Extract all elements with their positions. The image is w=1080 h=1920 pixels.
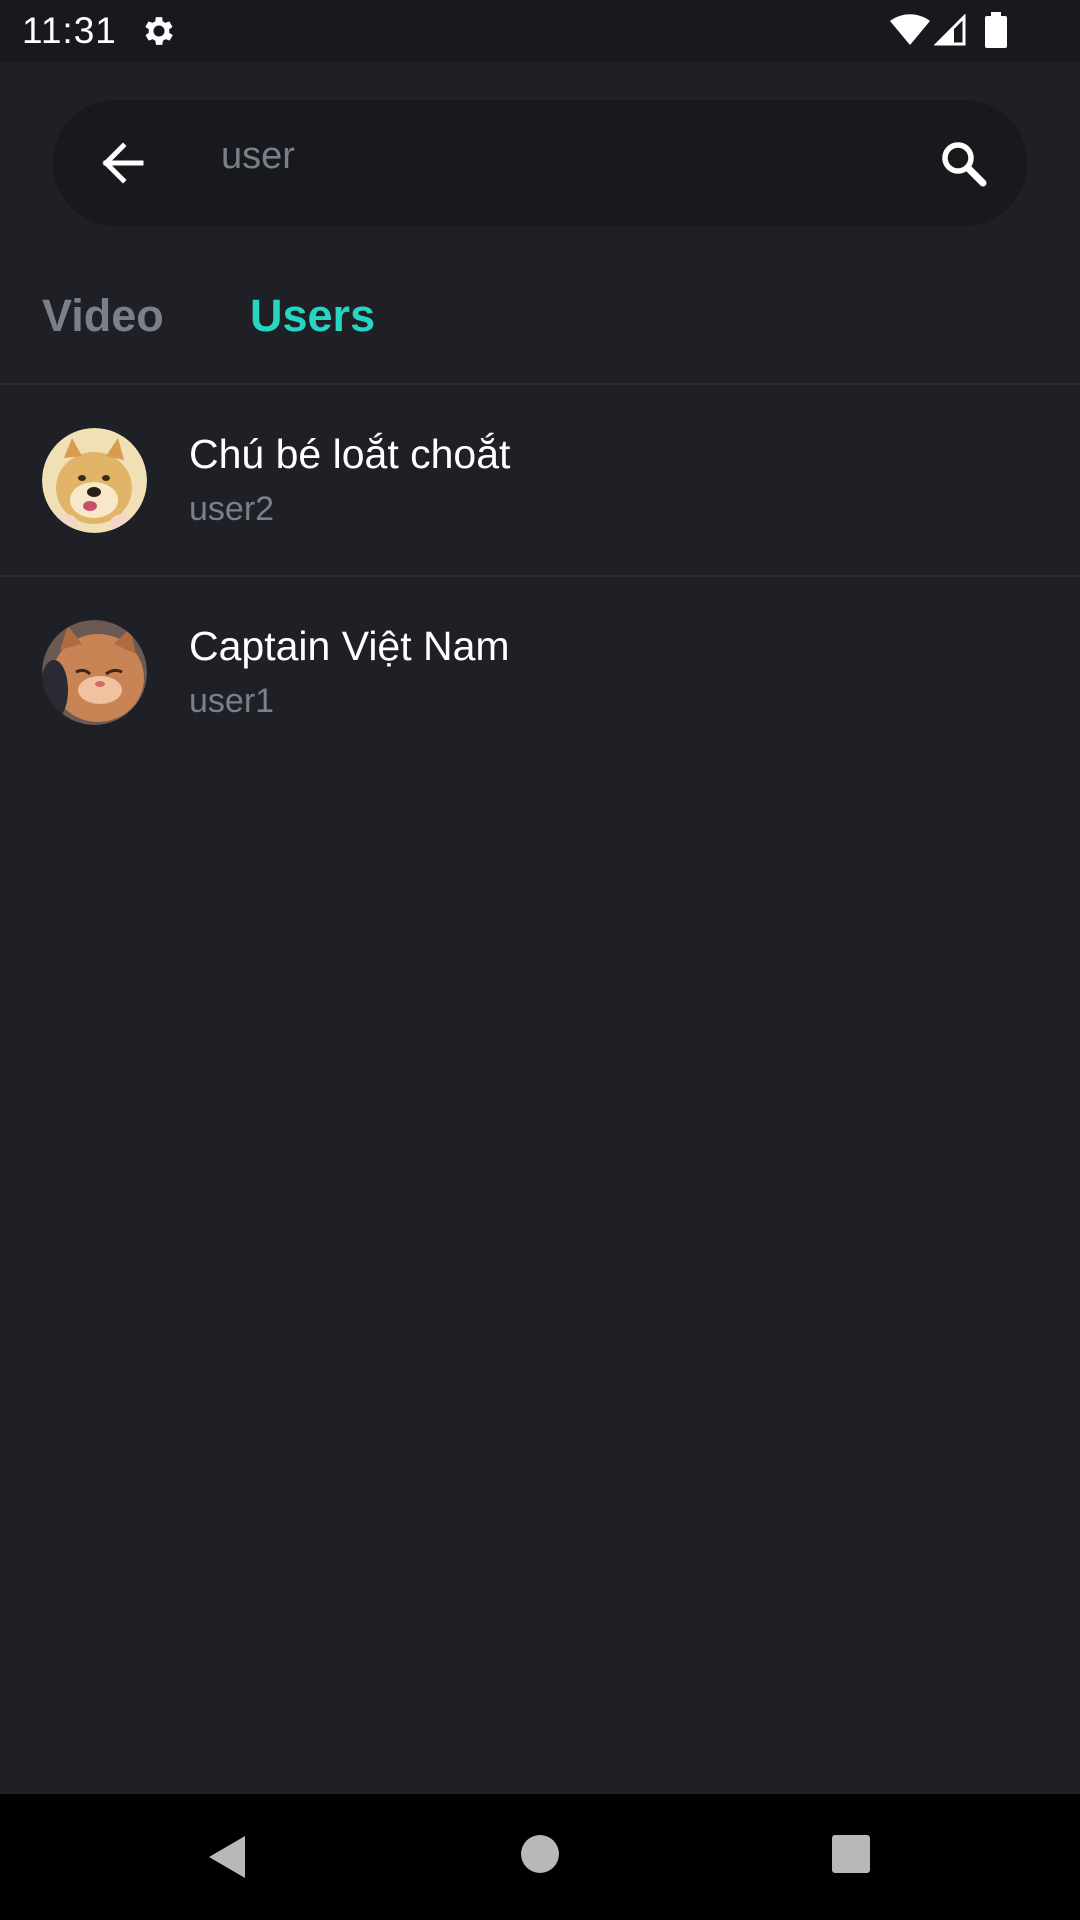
- battery-icon: [985, 12, 1007, 48]
- status-time: 11:31: [22, 10, 117, 51]
- search-icon[interactable]: [933, 133, 995, 195]
- avatar: [42, 620, 147, 725]
- nav-recents-icon[interactable]: [831, 1834, 871, 1874]
- nav-back-icon[interactable]: [205, 1834, 249, 1880]
- search-bar: [53, 100, 1027, 226]
- user-handle: user2: [189, 490, 275, 528]
- user-name: Chú bé loắt choắt: [189, 431, 511, 477]
- user-handle: user1: [189, 682, 275, 720]
- list-item[interactable]: Chú bé loắt choắt user2: [0, 387, 1080, 577]
- wifi-icon: [890, 14, 930, 45]
- nav-home-icon[interactable]: [520, 1834, 560, 1874]
- tab-video[interactable]: Video: [42, 290, 164, 342]
- arrow-left-icon[interactable]: [93, 133, 153, 193]
- avatar: [42, 428, 147, 533]
- navigation-bar: [0, 1794, 1080, 1920]
- search-tabs: Video Users: [0, 270, 1080, 385]
- list-item[interactable]: Captain Việt Nam user1: [0, 579, 1080, 769]
- gear-icon: [145, 17, 173, 45]
- search-screen: 11:31 Video Users: [0, 0, 1080, 1920]
- signal-icon: [934, 14, 966, 46]
- user-name: Captain Việt Nam: [189, 623, 510, 669]
- search-input[interactable]: [221, 124, 941, 188]
- tab-users[interactable]: Users: [250, 290, 375, 342]
- status-bar: 11:31: [0, 0, 1080, 62]
